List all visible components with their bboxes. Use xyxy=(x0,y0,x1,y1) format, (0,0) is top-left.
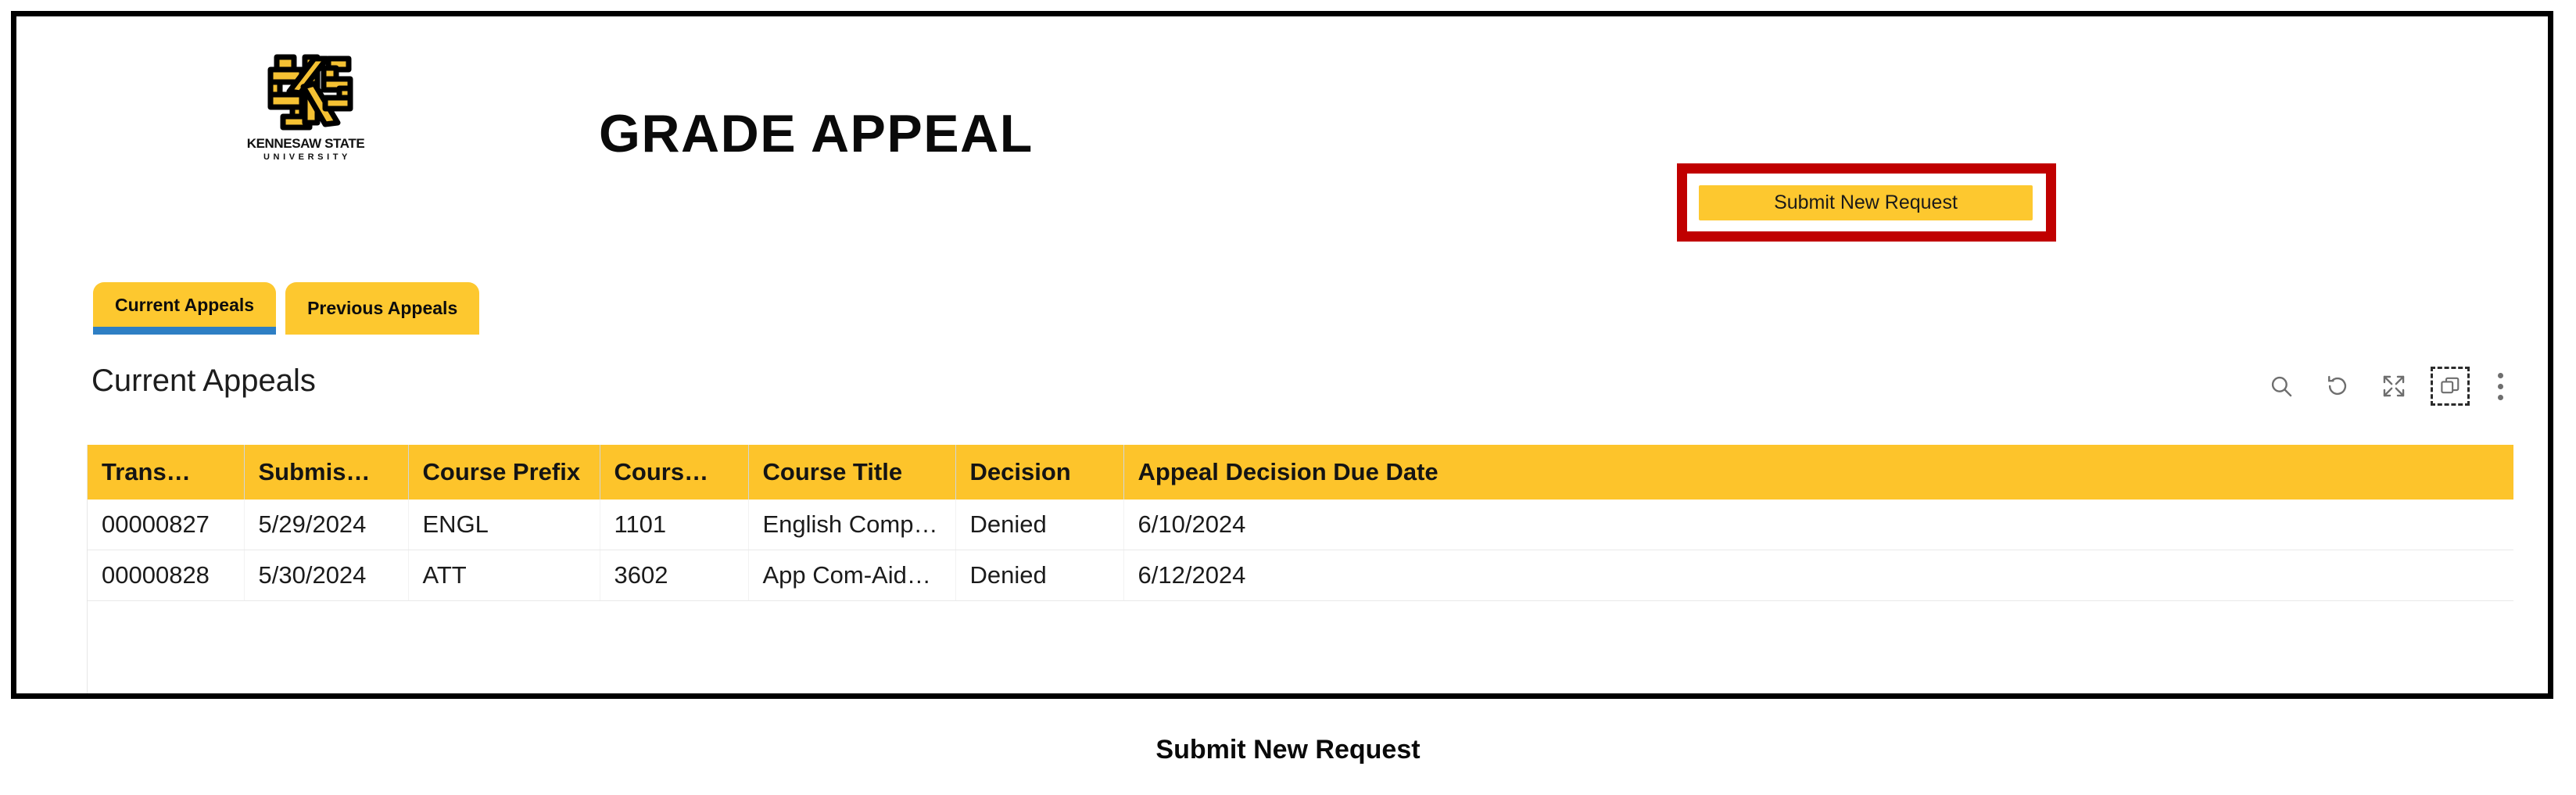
figure-caption: Submit New Request xyxy=(1155,735,1421,765)
dot xyxy=(2497,383,2503,389)
column-header-course-number[interactable]: Cours… xyxy=(600,445,749,500)
column-header-submission-date[interactable]: Submis… xyxy=(244,445,409,500)
ksu-owl-monogram-icon xyxy=(267,54,353,131)
app-surface: KENNESAW STATE UNIVERSITY GRADE APPEAL S… xyxy=(16,16,2548,693)
appeals-grid[interactable]: Trans… Submis… Course Prefix Cours… Cour… xyxy=(87,445,2513,693)
table-row[interactable]: 00000828 5/30/2024 ATT 3602 App Com-Aid…… xyxy=(88,550,2513,601)
column-header-appeal-decision-due-date[interactable]: Appeal Decision Due Date xyxy=(1123,445,2513,500)
column-header-decision[interactable]: Decision xyxy=(955,445,1124,500)
dot xyxy=(2497,394,2503,400)
list-title: Current Appeals xyxy=(91,363,316,398)
ksu-wordmark: KENNESAW STATE xyxy=(246,136,365,151)
cell-course-number: 3602 xyxy=(600,550,749,601)
ksu-sub-wordmark: UNIVERSITY xyxy=(263,152,351,162)
table-row[interactable]: 00000827 5/29/2024 ENGL 1101 English Com… xyxy=(88,500,2513,550)
cell-appeal-decision-due-date: 6/10/2024 xyxy=(1123,500,2513,550)
page-title: GRADE APPEAL xyxy=(599,104,1034,163)
tab-previous-appeals-label: Previous Appeals xyxy=(307,298,458,318)
cell-course-prefix: ATT xyxy=(408,550,600,601)
grid-toolbar xyxy=(2265,367,2510,406)
column-header-course-prefix[interactable]: Course Prefix xyxy=(408,445,600,500)
expand-icon[interactable] xyxy=(2377,370,2410,403)
tab-current-appeals[interactable]: Current Appeals xyxy=(93,282,277,335)
submit-new-request-button[interactable]: Submit New Request xyxy=(1699,185,2033,220)
cell-appeal-decision-due-date: 6/12/2024 xyxy=(1123,550,2513,601)
screenshot-frame: KENNESAW STATE UNIVERSITY GRADE APPEAL S… xyxy=(11,11,2553,699)
cell-course-number: 1101 xyxy=(600,500,749,550)
cell-decision: Denied xyxy=(955,500,1124,550)
cell-submission-date: 5/30/2024 xyxy=(244,550,409,601)
search-icon[interactable] xyxy=(2265,370,2298,403)
table-header-row: Trans… Submis… Course Prefix Cours… Cour… xyxy=(88,445,2513,500)
appeals-table: Trans… Submis… Course Prefix Cours… Cour… xyxy=(88,445,2513,601)
popout-icon[interactable] xyxy=(2431,367,2470,406)
table-body: 00000827 5/29/2024 ENGL 1101 English Com… xyxy=(88,500,2513,601)
table-header: Trans… Submis… Course Prefix Cours… Cour… xyxy=(88,445,2513,500)
tab-current-appeals-label: Current Appeals xyxy=(115,295,255,315)
cell-course-title: English Comp… xyxy=(748,500,956,550)
column-header-course-title[interactable]: Course Title xyxy=(748,445,956,500)
cell-transaction: 00000828 xyxy=(88,550,245,601)
cell-transaction: 00000827 xyxy=(88,500,245,550)
cell-submission-date: 5/29/2024 xyxy=(244,500,409,550)
tab-strip: Current Appeals Previous Appeals xyxy=(93,282,480,335)
more-options-icon[interactable] xyxy=(2490,370,2510,403)
cell-course-prefix: ENGL xyxy=(408,500,600,550)
dot xyxy=(2497,372,2503,378)
column-header-transaction[interactable]: Trans… xyxy=(88,445,245,500)
refresh-icon[interactable] xyxy=(2321,370,2354,403)
ksu-logo: KENNESAW STATE UNIVERSITY xyxy=(228,46,384,162)
cell-course-title: App Com-Aid… xyxy=(748,550,956,601)
tab-previous-appeals[interactable]: Previous Appeals xyxy=(285,282,480,335)
cell-decision: Denied xyxy=(955,550,1124,601)
